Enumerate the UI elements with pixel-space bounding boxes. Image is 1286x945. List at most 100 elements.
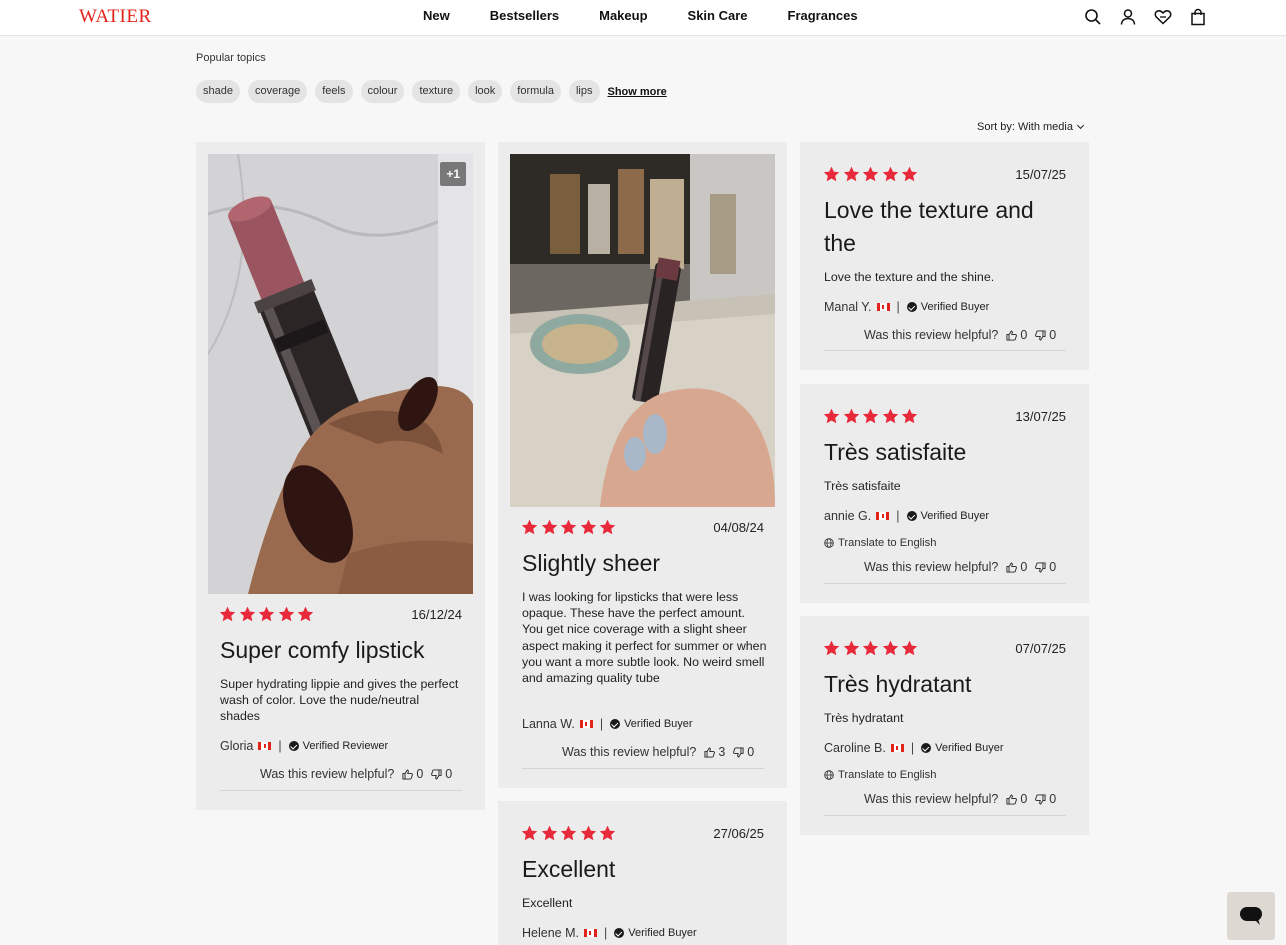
helpful-label: Was this review helpful?	[864, 328, 999, 342]
review-author: Lanna W. | Verified Buyer	[522, 717, 693, 731]
translate-label: Translate to English	[838, 769, 937, 781]
author-name: Gloria	[220, 739, 254, 753]
star-rating	[219, 606, 317, 622]
star-rating	[823, 408, 921, 424]
review-date: 27/06/25	[713, 826, 764, 841]
helpful-label: Was this review helpful?	[562, 745, 697, 759]
chat-bubble-icon	[1240, 907, 1262, 925]
show-more-topics-link[interactable]: Show more	[608, 86, 667, 98]
star-icon	[843, 166, 860, 182]
star-icon	[239, 606, 256, 622]
canada-flag-icon	[258, 742, 272, 750]
downvote-count: 0	[1049, 328, 1057, 342]
helpful-label: Was this review helpful?	[260, 767, 395, 781]
review-card: 13/07/25 Très satisfaite Très satisfaite…	[800, 384, 1089, 603]
helpful-row: Was this review helpful? 0 0	[864, 792, 1056, 806]
topic-chip[interactable]: coverage	[247, 80, 308, 103]
globe-icon	[824, 538, 834, 548]
thumbs-up-button[interactable]: 0	[1006, 560, 1027, 574]
shopping-bag-icon[interactable]	[1189, 8, 1207, 26]
author-name: annie G.	[824, 509, 872, 523]
thumbs-down-button[interactable]: 0	[733, 745, 754, 759]
translate-label: Translate to English	[838, 537, 937, 549]
nav-skin-care[interactable]: Skin Care	[688, 8, 748, 23]
review-body: Très satisfaite	[824, 479, 901, 493]
review-date: 04/08/24	[713, 520, 764, 535]
verified-check-icon	[921, 743, 932, 753]
topic-chip[interactable]: lips	[568, 80, 600, 103]
review-card: 15/07/25 Love the texture and the Love t…	[800, 142, 1089, 370]
more-photos-badge[interactable]: +1	[440, 162, 466, 186]
star-rating	[521, 825, 619, 841]
nav-fragrances[interactable]: Fragrances	[788, 8, 858, 23]
topic-chip[interactable]: texture	[412, 80, 461, 103]
wishlist-heart-icon[interactable]	[1154, 8, 1172, 26]
author-name: Manal Y.	[824, 300, 872, 314]
downvote-count: 0	[747, 745, 755, 759]
divider	[824, 815, 1066, 816]
star-icon	[901, 640, 918, 656]
star-icon	[580, 825, 597, 841]
translate-button[interactable]: Translate to English	[824, 537, 936, 549]
canada-flag-icon	[583, 929, 597, 937]
canada-flag-icon	[876, 303, 890, 311]
verified-check-icon	[614, 928, 625, 938]
star-rating	[823, 640, 921, 656]
canada-flag-icon	[876, 512, 890, 520]
star-icon	[521, 519, 538, 535]
star-icon	[541, 825, 558, 841]
nav-new[interactable]: New	[423, 8, 450, 23]
review-date: 15/07/25	[1015, 167, 1066, 182]
sort-label: Sort by: With media	[977, 121, 1073, 133]
review-photo[interactable]: +1	[208, 154, 473, 594]
review-author: annie G. | Verified Buyer	[824, 509, 989, 523]
star-icon	[901, 408, 918, 424]
thumbs-up-button[interactable]: 0	[1006, 792, 1027, 806]
star-icon	[541, 519, 558, 535]
topic-chip[interactable]: formula	[510, 80, 561, 103]
search-icon[interactable]	[1084, 8, 1102, 26]
star-icon	[560, 519, 577, 535]
verified-badge: Verified Reviewer	[302, 740, 389, 752]
canada-flag-icon	[579, 720, 593, 728]
thumbs-up-button[interactable]: 0	[1006, 328, 1027, 342]
topic-chip[interactable]: shade	[196, 80, 240, 103]
review-title: Slightly sheer	[522, 550, 661, 576]
upvote-count: 0	[1020, 792, 1028, 806]
translate-button[interactable]: Translate to English	[824, 769, 936, 781]
thumbs-down-button[interactable]: 0	[1035, 560, 1056, 574]
review-card: 04/08/24 Slightly sheer I was looking fo…	[498, 142, 787, 788]
account-icon[interactable]	[1119, 8, 1137, 26]
star-icon	[901, 166, 918, 182]
author-name: Lanna W.	[522, 717, 575, 731]
thumbs-up-button[interactable]: 3	[704, 745, 725, 759]
nav-bestsellers[interactable]: Bestsellers	[490, 8, 559, 23]
star-icon	[219, 606, 236, 622]
star-rating	[521, 519, 619, 535]
verified-check-icon	[610, 719, 621, 729]
review-author: Gloria | Verified Reviewer	[220, 739, 389, 753]
star-icon	[882, 408, 899, 424]
star-icon	[560, 825, 577, 841]
nav-makeup[interactable]: Makeup	[599, 8, 647, 23]
thumbs-down-button[interactable]: 0	[1035, 792, 1056, 806]
watier-logo[interactable]: WATIER	[79, 6, 152, 28]
topic-chip[interactable]: feels	[315, 80, 353, 103]
topic-chip[interactable]: look	[468, 80, 503, 103]
review-body: I was looking for lipsticks that were le…	[522, 590, 767, 686]
review-date: 07/07/25	[1015, 641, 1066, 656]
upvote-count: 0	[1020, 328, 1028, 342]
review-title: Excellent	[522, 856, 616, 882]
chat-button[interactable]	[1227, 892, 1275, 940]
star-icon	[599, 519, 616, 535]
star-icon	[823, 640, 840, 656]
thumbs-down-button[interactable]: 0	[431, 767, 452, 781]
canada-flag-icon	[890, 744, 904, 752]
thumbs-up-button[interactable]: 0	[402, 767, 423, 781]
thumbs-down-button[interactable]: 0	[1035, 328, 1056, 342]
review-author: Helene M. | Verified Buyer	[522, 926, 697, 940]
verified-check-icon	[288, 741, 299, 751]
sort-dropdown[interactable]: Sort by: With media	[977, 121, 1085, 133]
topic-chip[interactable]: colour	[360, 80, 405, 103]
review-photo[interactable]	[510, 154, 775, 507]
